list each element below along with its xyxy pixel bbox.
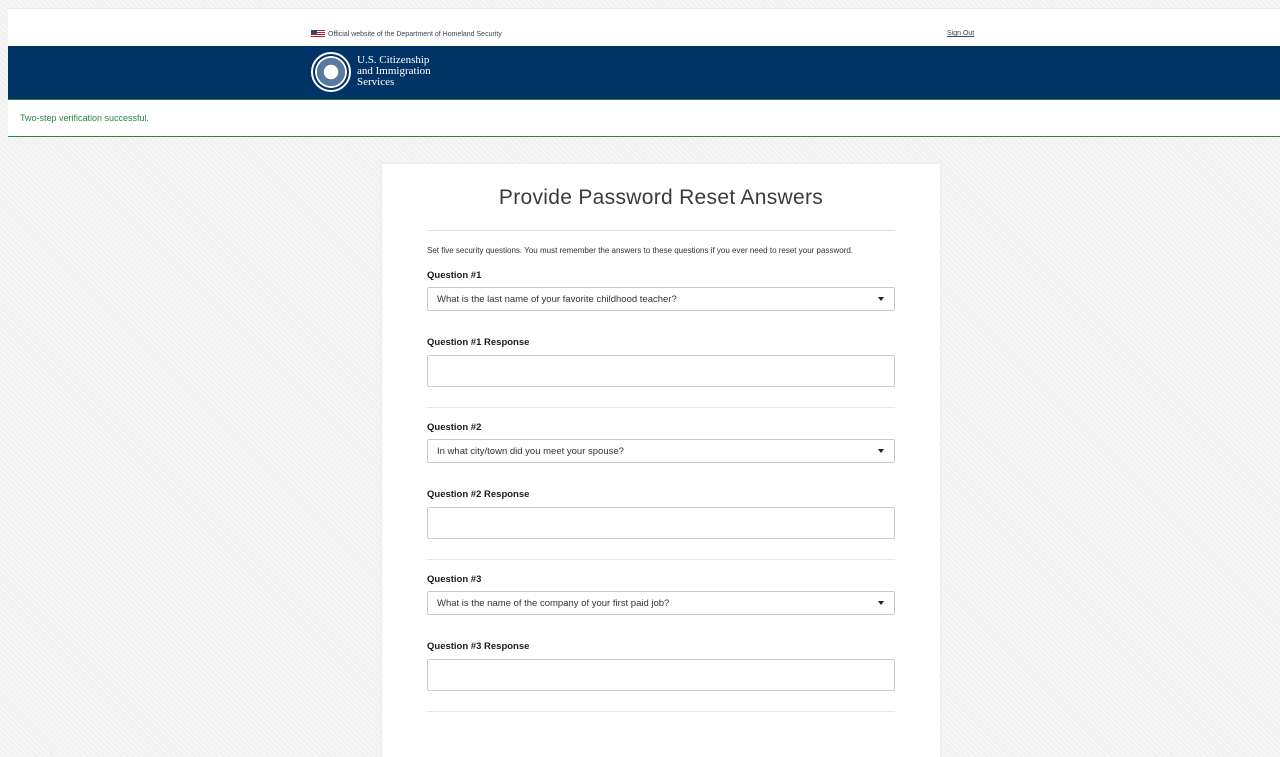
page-title: Provide Password Reset Answers (498, 186, 824, 209)
us-flag-icon (311, 30, 325, 38)
site-header: U.S. Citizenship and Immigration Service… (8, 46, 1280, 99)
password-reset-card: Provide Password Reset Answers Set five … (382, 164, 940, 757)
question-2-label: Question #2 (427, 422, 482, 433)
intro-text: Set five security questions. You must re… (427, 246, 853, 255)
question-divider (427, 559, 895, 560)
success-alert-message: Two-step verification successful. (20, 113, 150, 123)
question-1-response-input[interactable] (427, 355, 895, 387)
question-divider (427, 711, 895, 712)
agency-name[interactable]: U.S. Citizenship and Immigration Service… (357, 55, 431, 88)
question-1-select[interactable]: What is the last name of your favorite c… (427, 287, 895, 311)
question-block-2: Question #2 In what city/town did you me… (427, 422, 895, 560)
question-2-response-input[interactable] (427, 507, 895, 539)
official-site-notice: Official website of the Department of Ho… (311, 30, 502, 38)
caret-down-icon (878, 297, 884, 301)
official-site-text: Official website of the Department of Ho… (328, 30, 502, 38)
question-divider (427, 407, 895, 408)
dhs-seal-logo[interactable] (311, 52, 351, 92)
question-1-label: Question #1 (427, 270, 482, 281)
question-3-response-label: Question #3 Response (427, 641, 530, 652)
question-2-response-label: Question #2 Response (427, 489, 530, 500)
caret-down-icon (878, 449, 884, 453)
gov-banner: Official website of the Department of Ho… (8, 8, 1280, 46)
sign-out-link[interactable]: Sign Out (947, 30, 974, 37)
question-1-selected-value: What is the last name of your favorite c… (437, 293, 677, 305)
question-3-selected-value: What is the name of the company of your … (437, 597, 670, 609)
question-3-label: Question #3 (427, 574, 482, 585)
question-1-response-label: Question #1 Response (427, 337, 530, 348)
question-block-3: Question #3 What is the name of the comp… (427, 574, 895, 712)
question-2-selected-value: In what city/town did you meet your spou… (437, 445, 624, 457)
caret-down-icon (878, 601, 884, 605)
question-3-select[interactable]: What is the name of the company of your … (427, 591, 895, 615)
question-block-1: Question #1 What is the last name of you… (427, 270, 895, 408)
title-divider (427, 230, 895, 231)
question-2-select[interactable]: In what city/town did you meet your spou… (427, 439, 895, 463)
success-alert: Two-step verification successful. (8, 99, 1280, 137)
agency-name-line-3: Services (357, 76, 395, 88)
question-3-response-input[interactable] (427, 659, 895, 691)
